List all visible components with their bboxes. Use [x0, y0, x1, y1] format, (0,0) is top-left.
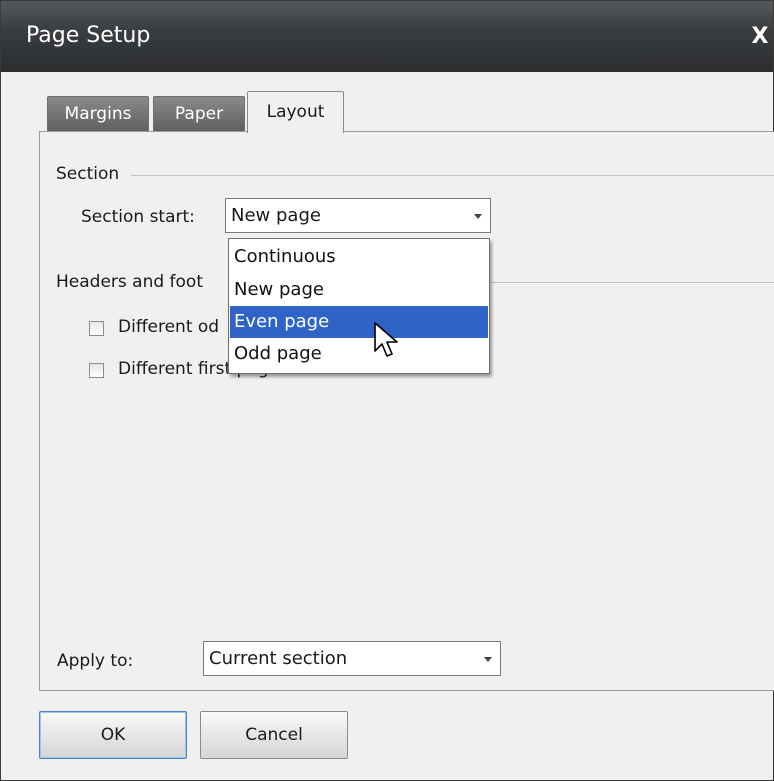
option-new-page[interactable]: New page [230, 274, 488, 306]
different-first-page-checkbox[interactable] [89, 363, 104, 378]
close-icon[interactable]: X [747, 19, 773, 55]
mouse-pointer-icon [374, 322, 398, 357]
tab-paper[interactable]: Paper [153, 96, 245, 132]
different-odd-even-label: Different od [118, 317, 220, 337]
different-odd-even-checkbox[interactable] [89, 321, 104, 336]
section-start-value: New page [231, 205, 321, 226]
title-bar[interactable]: Page Setup X [1, 1, 773, 72]
headers-footers-divider [490, 282, 774, 283]
apply-to-select[interactable]: Current section [203, 641, 501, 676]
option-odd-page[interactable]: Odd page [230, 338, 488, 370]
tab-layout[interactable]: Layout [247, 91, 344, 133]
section-start-select[interactable]: New page [225, 198, 491, 233]
ok-button[interactable]: OK [39, 711, 187, 759]
apply-to-label: Apply to: [57, 651, 134, 671]
section-start-dropdown-list: Continuous New page Even page Odd page [228, 238, 490, 374]
headers-footers-group-label: Headers and foot [56, 272, 207, 292]
section-group-label: Section [56, 164, 124, 184]
option-even-page[interactable]: Even page [230, 306, 488, 338]
tab-margins[interactable]: Margins [47, 96, 149, 132]
cancel-button[interactable]: Cancel [200, 711, 348, 759]
page-setup-dialog: Page Setup X Margins Paper Layout Sectio… [0, 0, 774, 781]
dialog-title: Page Setup [26, 23, 151, 48]
chevron-down-icon[interactable] [484, 657, 492, 662]
chevron-down-icon[interactable] [474, 214, 482, 219]
section-start-label: Section start: [81, 207, 195, 227]
section-divider [131, 175, 774, 176]
apply-to-value: Current section [209, 648, 348, 669]
option-continuous[interactable]: Continuous [230, 241, 488, 273]
